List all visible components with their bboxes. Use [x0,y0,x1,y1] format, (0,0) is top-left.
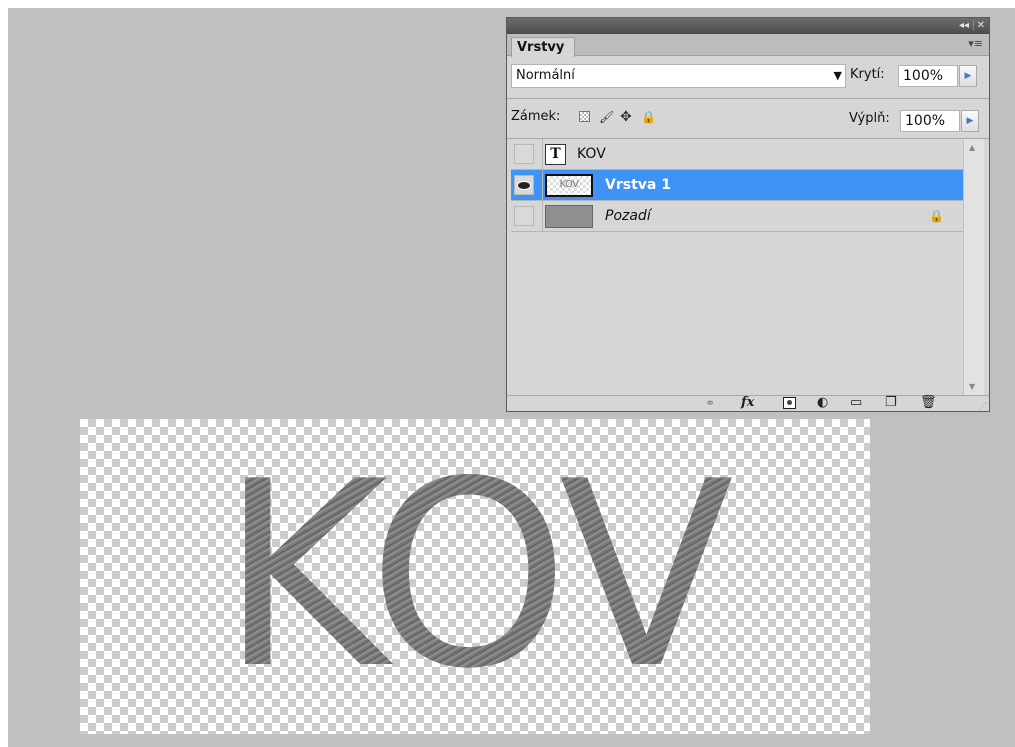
visibility-toggle[interactable] [514,206,534,226]
layers-list: T KOV KOV Vrstva 1 Pozadí 🔒 [511,139,963,395]
opacity-label: Krytí: [850,67,885,82]
mask-icon[interactable] [783,397,796,409]
column-separator [542,201,543,231]
panel-tabstrip: Vrstvy ▾≡ [507,34,989,57]
layer-row-pozadi[interactable]: Pozadí 🔒 [511,201,963,232]
folder-icon[interactable]: ▭ [850,394,862,412]
panel-titlebar[interactable]: ◂◂ | ✕ [507,18,989,34]
panel-footer: ⚭ fx ◐ ▭ ❐ 🗑 ⋰ [507,394,989,412]
close-panel-icon[interactable]: ✕ [977,19,985,33]
canvas-artwork: KOV [220,427,738,725]
eye-icon [517,181,531,190]
visibility-toggle[interactable] [514,144,534,164]
lock-label: Zámek: [511,109,561,124]
lock-icon: 🔒 [929,209,944,223]
column-separator [542,139,543,169]
layer-name: Pozadí [605,208,651,224]
adjustment-icon[interactable]: ◐ [817,394,828,412]
fx-icon[interactable]: fx [741,394,754,412]
panel-menu-icon[interactable]: ▾≡ [968,37,983,50]
blend-mode-value: Normální [516,68,575,83]
scroll-up-icon[interactable]: ▲ [969,143,975,152]
type-layer-icon: T [545,144,566,165]
lock-transparent-icon[interactable] [579,111,590,122]
fill-field[interactable]: 100% [900,110,960,132]
lock-brush-icon[interactable]: 🖌 [599,109,614,125]
layer-thumbnail: KOV [545,174,593,197]
collapse-panel-icon[interactable]: ◂◂ [959,19,969,33]
lock-all-icon[interactable]: 🔒 [641,109,656,125]
layer-row-kov[interactable]: T KOV [511,139,963,170]
titlebar-separator: | [971,20,975,31]
dropdown-arrow-icon: ▼ [833,69,842,82]
layers-panel: ◂◂ | ✕ Vrstvy ▾≡ Normální ▼ Krytí: 100% … [506,17,990,412]
layer-row-vrstva-1[interactable]: KOV Vrstva 1 [511,170,963,201]
layer-name: Vrstva 1 [605,177,671,193]
column-separator [542,170,543,200]
fill-label: Výplň: [849,111,890,126]
lock-move-icon[interactable]: ✥ [620,109,632,125]
link-icon[interactable]: ⚭ [705,394,715,412]
layer-name: KOV [577,146,606,162]
visibility-toggle[interactable] [514,175,534,195]
opacity-field[interactable]: 100% [898,65,958,87]
trash-icon[interactable]: 🗑 [920,394,937,412]
layer-thumbnail [545,205,593,228]
divider [507,98,989,99]
blend-mode-select[interactable]: Normální ▼ [511,64,846,88]
canvas-text-kov: KOV [220,427,732,725]
tab-layers[interactable]: Vrstvy [511,37,576,57]
fill-slider-button[interactable]: ▶ [961,110,979,132]
document-canvas[interactable]: KOV [80,419,870,734]
new-layer-icon[interactable]: ❐ [885,394,897,412]
resize-grip-icon[interactable]: ⋰ [978,402,987,412]
opacity-slider-button[interactable]: ▶ [959,65,977,87]
scroll-down-icon[interactable]: ▼ [969,382,975,391]
layers-scrollbar[interactable]: ▲ ▼ [963,139,984,395]
